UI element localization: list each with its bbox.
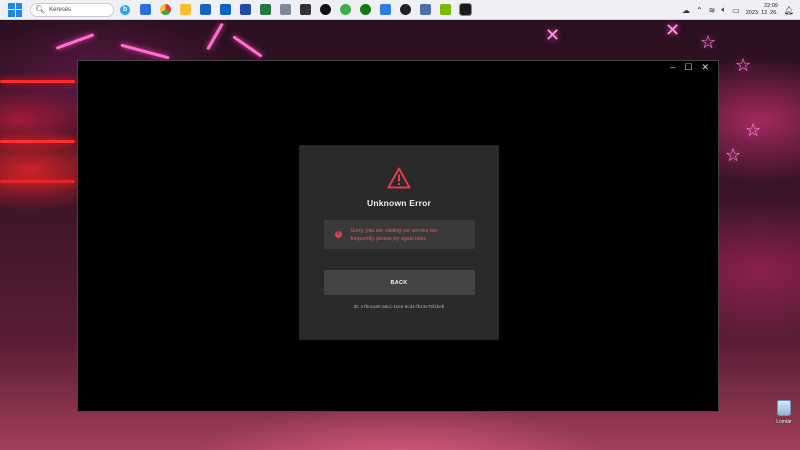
recycle-bin-icon: [777, 400, 791, 416]
minimize-button[interactable]: –: [670, 62, 675, 72]
search-placeholder: Keresés: [49, 6, 72, 13]
system-tray: ☁ ⌃ ≋ 🔈︎ ▭ 22:09 2023. 12. 26. 🔔︎: [682, 0, 794, 20]
clock-time: 22:09: [764, 3, 778, 9]
neon-star: ☆: [725, 145, 742, 165]
outlook-app-icon[interactable]: [220, 4, 231, 15]
neon-stroke: [206, 22, 224, 51]
recycle-bin-label: Lomtár: [776, 419, 792, 425]
neon-stroke: [232, 35, 263, 58]
save-app-icon[interactable]: [240, 4, 251, 15]
battery-icon[interactable]: ▭: [732, 6, 740, 15]
black-app-icon[interactable]: [400, 4, 411, 15]
search-icon: 🔍︎: [35, 5, 46, 14]
maximize-button[interactable]: ☐: [684, 62, 692, 72]
chevron-up-icon[interactable]: ⌃: [696, 6, 703, 15]
error-circle-icon: !: [334, 231, 342, 238]
clock-date: 2023. 12. 26.: [745, 10, 778, 16]
github-app-icon[interactable]: [320, 4, 331, 15]
neon-star: ☆: [700, 32, 717, 52]
notification-bell-icon[interactable]: 🔔︎: [784, 6, 794, 15]
neon-stroke: [0, 80, 75, 83]
neon-stroke: [0, 180, 75, 183]
disk-app-icon[interactable]: [420, 4, 431, 15]
wifi-icon[interactable]: ≋: [709, 6, 716, 15]
error-message: Sorry, you are visiting our service too …: [350, 227, 438, 242]
document-app-icon[interactable]: [280, 4, 291, 15]
neon-star: ☆: [735, 55, 752, 75]
store-app-icon[interactable]: [200, 4, 211, 15]
taskbar-search[interactable]: 🔍︎ Keresés: [30, 2, 114, 17]
excel-app-icon[interactable]: [260, 4, 271, 15]
error-message-box: ! Sorry, you are visiting our service to…: [323, 220, 475, 249]
epic-games-app-icon[interactable]: [459, 3, 472, 16]
back-button[interactable]: BACK: [323, 270, 475, 295]
green-app-icon[interactable]: [340, 4, 351, 15]
monitor-app-icon[interactable]: [140, 4, 151, 15]
error-card: Unknown Error ! Sorry, you are visiting …: [299, 145, 499, 340]
taskbar-apps: [140, 3, 472, 16]
file-explorer-app-icon[interactable]: [180, 4, 191, 15]
error-title: Unknown Error: [367, 198, 431, 208]
mail-app-icon[interactable]: [380, 4, 391, 15]
neon-star: ☆: [745, 120, 762, 140]
window-titlebar: – ☐ ✕: [78, 61, 718, 73]
clock[interactable]: 22:09 2023. 12. 26.: [746, 3, 778, 17]
start-button[interactable]: [8, 2, 22, 17]
neon-stroke: [120, 43, 170, 60]
neon-star: ✕: [545, 25, 561, 45]
neon-star: ✕: [665, 20, 681, 40]
request-id: ID: e7bcca30-a6cc-11ee-9cd4-fb13e79f1beb: [353, 304, 445, 309]
xbox-app-icon[interactable]: [360, 4, 371, 15]
neon-stroke: [55, 33, 95, 50]
dark-app-icon[interactable]: [300, 4, 311, 15]
close-button[interactable]: ✕: [701, 62, 709, 72]
onedrive-icon[interactable]: ☁: [682, 6, 690, 15]
taskbar: 🔍︎ Keresés b ☁ ⌃ ≋ 🔈︎ ▭ 22:09 2023. 12. …: [0, 0, 800, 20]
volume-icon[interactable]: 🔈︎: [721, 5, 726, 15]
warning-icon: [387, 167, 411, 189]
recycle-bin[interactable]: Lomtár: [769, 400, 799, 425]
bing-icon[interactable]: b: [120, 4, 130, 15]
neon-stroke: [0, 140, 75, 143]
app-window: – ☐ ✕ Unknown Error ! Sorry, you are vis…: [77, 60, 719, 412]
chrome-app-icon[interactable]: [160, 4, 171, 15]
nvidia-app-icon[interactable]: [440, 4, 451, 15]
